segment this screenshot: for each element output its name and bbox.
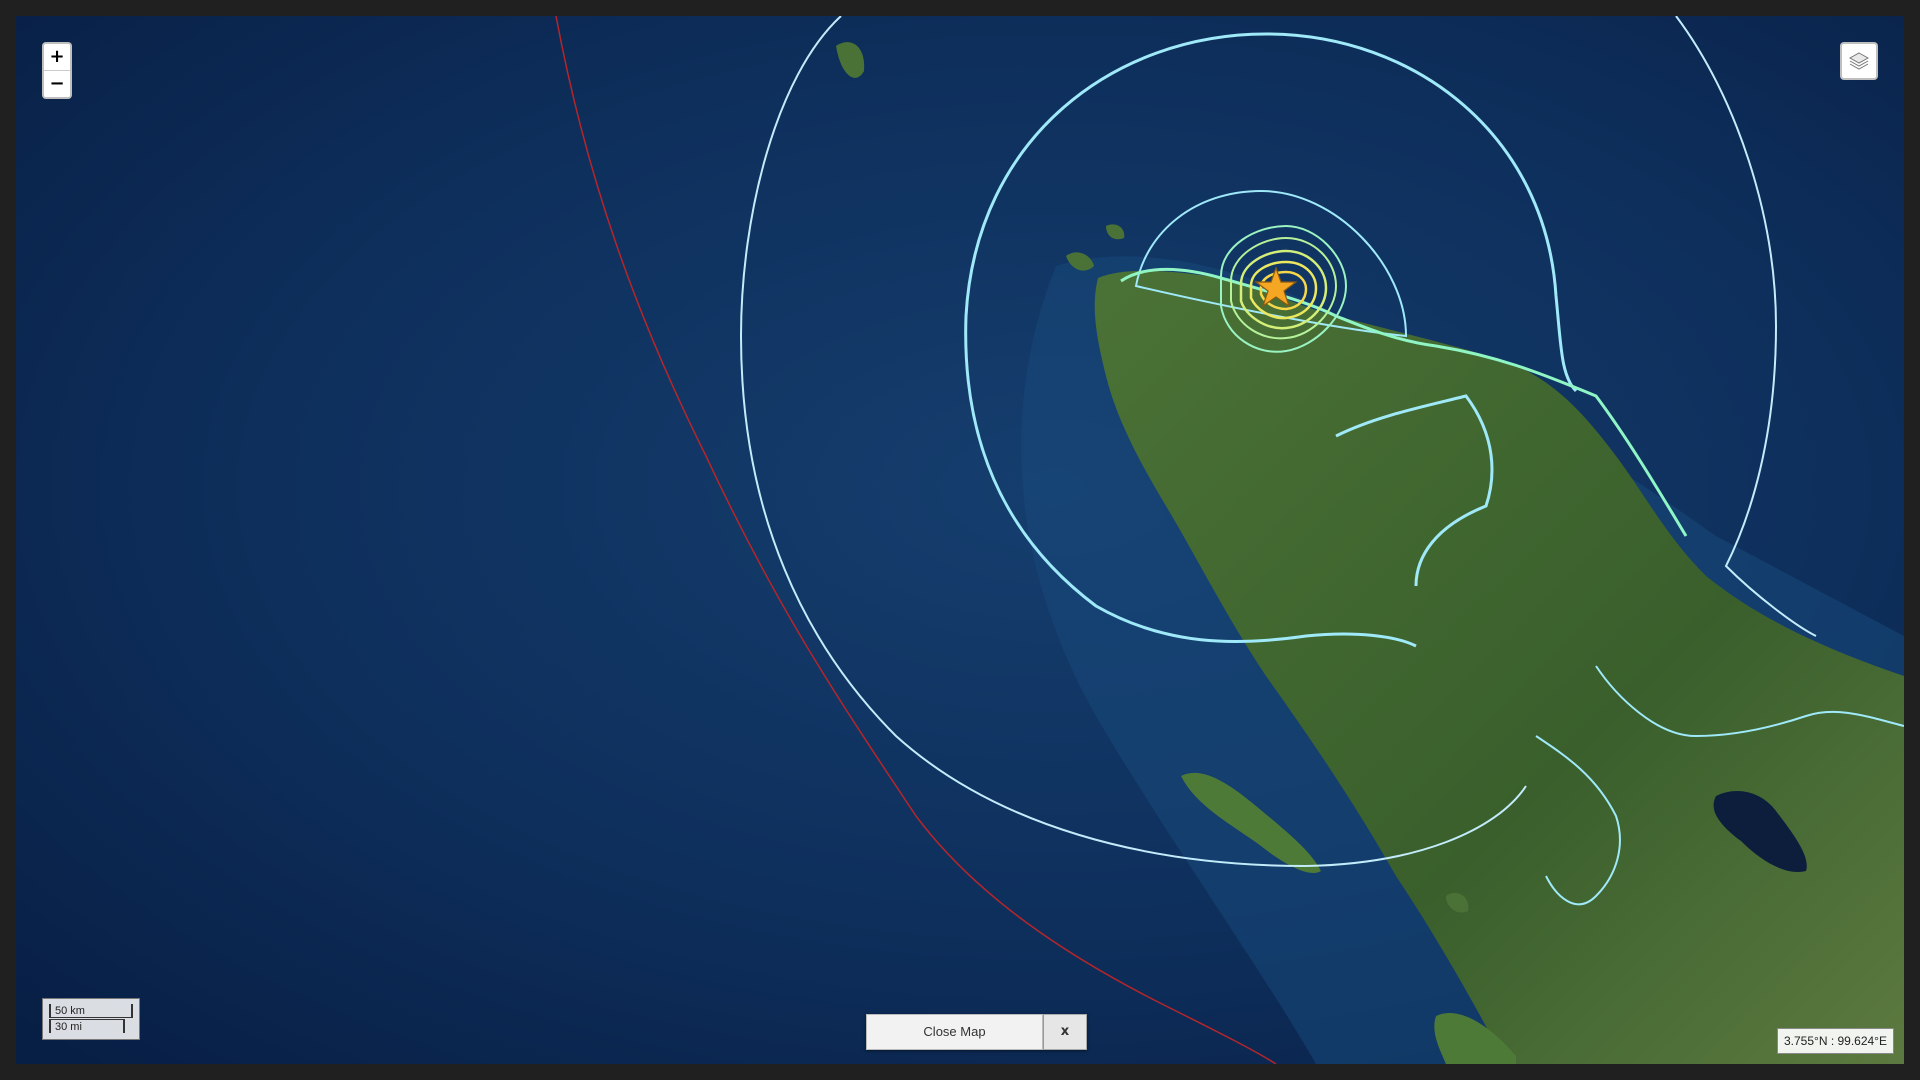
zoom-out-button[interactable]: − [44, 70, 70, 97]
scale-bar: 50 km 30 mi [42, 998, 140, 1040]
map-canvas[interactable] [16, 16, 1904, 1064]
scale-km-label: 50 km [49, 1004, 133, 1018]
screen: + − 50 km 30 mi Close Map x 3.755°N : 99… [0, 0, 1920, 1080]
close-map-button[interactable]: Close Map [866, 1014, 1043, 1050]
coordinates-readout: 3.755°N : 99.624°E [1776, 1028, 1894, 1054]
close-map-group: Close Map x [866, 1014, 1087, 1050]
scale-mi-label: 30 mi [49, 1019, 125, 1033]
shakemap-map[interactable]: + − 50 km 30 mi Close Map x 3.755°N : 99… [16, 16, 1904, 1064]
zoom-in-button[interactable]: + [44, 44, 70, 70]
zoom-control: + − [42, 42, 72, 99]
layers-icon [1848, 52, 1870, 70]
layers-button[interactable] [1840, 42, 1878, 80]
close-x-button[interactable]: x [1043, 1014, 1087, 1050]
